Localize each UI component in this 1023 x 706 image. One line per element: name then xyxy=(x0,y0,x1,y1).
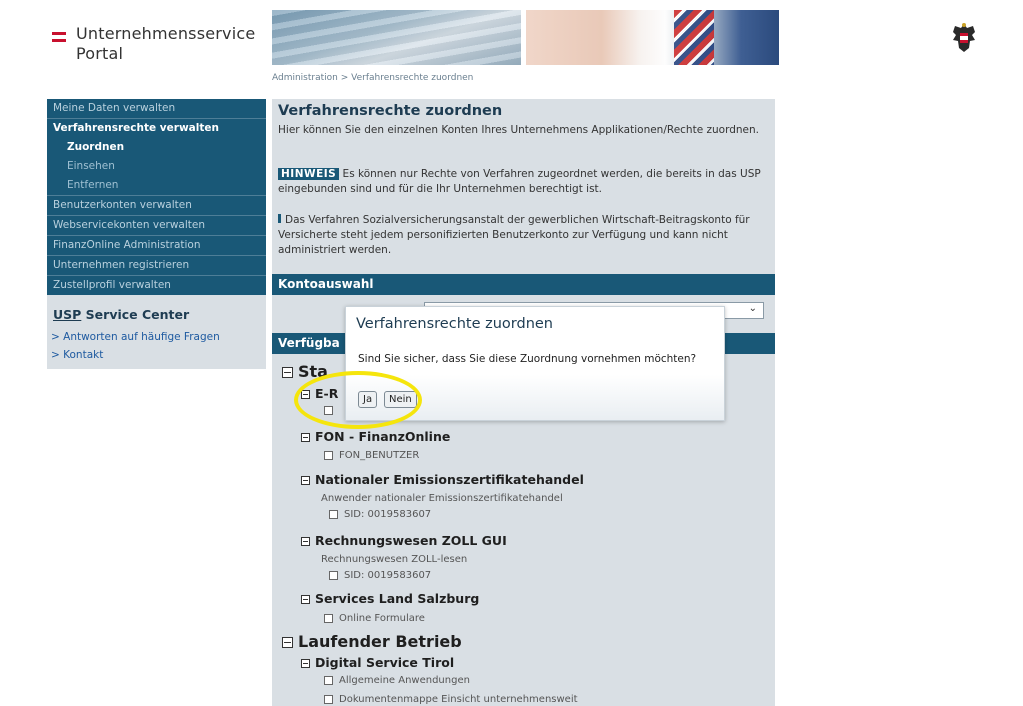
dialog-message: Sind Sie sicher, dass Sie diese Zuordnun… xyxy=(358,353,697,365)
header-photo-left xyxy=(272,10,521,65)
hinweis-badge: HINWEIS xyxy=(278,168,340,180)
sidebar-subitem-zuordnen[interactable]: Zuordnen xyxy=(47,138,266,157)
breadcrumb[interactable]: Administration > Verfahrensrechte zuordn… xyxy=(272,73,473,83)
header-photo-right xyxy=(526,10,779,65)
tree-proc-desc: Rechnungswesen ZOLL-lesen xyxy=(321,554,468,565)
tree-proc-label: Services Land Salzburg xyxy=(315,591,480,606)
collapse-icon[interactable] xyxy=(301,595,310,604)
intro-text: Hier können Sie den einzelnen Konten Ihr… xyxy=(278,124,759,136)
highlight-circle xyxy=(294,371,422,429)
collapse-icon[interactable] xyxy=(301,433,310,442)
checkbox-label: Online Formulare xyxy=(339,613,425,624)
flag-bar-icon xyxy=(52,39,66,42)
contact-link[interactable]: > Kontakt xyxy=(51,349,103,361)
checkbox-icon[interactable] xyxy=(324,450,333,460)
checkbox-icon[interactable] xyxy=(324,675,333,685)
checkbox-label: FON_BENUTZER xyxy=(339,450,420,461)
austrian-eagle-crest-icon xyxy=(953,23,975,52)
faq-link[interactable]: > Antworten auf häufige Fragen xyxy=(51,331,220,343)
logo-line1: Unternehmensservice xyxy=(76,24,256,43)
tree-checkbox-zoll-sid[interactable]: SID: 0019583607 xyxy=(329,570,431,581)
checkbox-icon[interactable] xyxy=(329,570,338,580)
kontoauswahl-header: Kontoauswahl xyxy=(272,274,775,295)
sidebar-item-benutzerkonten[interactable]: Benutzerkonten verwalten xyxy=(47,196,266,216)
service-center-title: USP Service Center xyxy=(53,307,189,322)
checkbox-label: SID: 0019583607 xyxy=(344,509,432,520)
sidebar-item-webservicekonten[interactable]: Webservicekonten verwalten xyxy=(47,216,266,236)
svagw-notice: Das Verfahren Sozialversicherungsanstalt… xyxy=(278,213,770,258)
service-center-abbr: USP xyxy=(53,307,82,322)
tree-proc-salzburg[interactable]: Services Land Salzburg xyxy=(301,591,479,606)
svagw-notice-text: Das Verfahren Sozialversicherungsanstalt… xyxy=(278,214,750,256)
checkbox-icon[interactable] xyxy=(324,613,333,623)
sidebar-nav: Meine Daten verwalten Verfahrensrechte v… xyxy=(47,99,266,295)
tree-checkbox-online-formulare[interactable]: Online Formulare xyxy=(324,613,425,624)
tree-proc-label: Nationaler Emissionszertifikatehandel xyxy=(315,472,584,487)
collapse-icon[interactable] xyxy=(301,476,310,485)
sidebar-item-finanzonline[interactable]: FinanzOnline Administration xyxy=(47,236,266,256)
notice-marker-icon xyxy=(278,214,281,223)
checkbox-icon[interactable] xyxy=(329,509,338,519)
checkbox-label: Dokumentenmappe Einsicht unternehmenswei… xyxy=(339,694,578,705)
collapse-icon[interactable] xyxy=(301,659,310,668)
logo-line2: Portal xyxy=(76,44,124,63)
sidebar-item-unternehmen[interactable]: Unternehmen registrieren xyxy=(47,256,266,276)
tree-checkbox-dokumentenmappe[interactable]: Dokumentenmappe Einsicht unternehmenswei… xyxy=(324,694,578,705)
tree-proc-label: FON - FinanzOnline xyxy=(315,429,451,444)
tree-proc-zoll[interactable]: Rechnungswesen ZOLL GUI xyxy=(301,533,507,548)
page-title: Verfahrensrechte zuordnen xyxy=(278,103,503,119)
hinweis-notice: HINWEIS Es können nur Rechte von Verfahr… xyxy=(278,167,770,197)
tree-proc-label: Rechnungswesen ZOLL GUI xyxy=(315,533,507,548)
service-center-title-rest: Service Center xyxy=(81,307,190,322)
sidebar-subitem-entfernen[interactable]: Entfernen xyxy=(47,176,266,196)
tree-proc-tirol[interactable]: Digital Service Tirol xyxy=(301,655,454,670)
chevron-down-icon: ⌄ xyxy=(748,303,757,314)
checkbox-label: SID: 0019583607 xyxy=(344,570,432,581)
tree-checkbox-emission-sid[interactable]: SID: 0019583607 xyxy=(329,509,431,520)
collapse-icon[interactable] xyxy=(282,367,293,378)
flag-bar-icon xyxy=(52,32,66,35)
dialog-title: Verfahrensrechte zuordnen xyxy=(356,316,553,332)
sidebar-subitem-einsehen[interactable]: Einsehen xyxy=(47,157,266,176)
tree-group-label: Laufender Betrieb xyxy=(298,632,462,651)
tree-checkbox-allgemeine[interactable]: Allgemeine Anwendungen xyxy=(324,675,470,686)
sidebar-item-zustellprofil[interactable]: Zustellprofil verwalten xyxy=(47,276,266,295)
tree-proc-label: Digital Service Tirol xyxy=(315,655,455,670)
sidebar-item-meine-daten[interactable]: Meine Daten verwalten xyxy=(47,99,266,119)
tree-proc-emission[interactable]: Nationaler Emissionszertifikatehandel xyxy=(301,472,584,487)
tree-checkbox-fon-benutzer[interactable]: FON_BENUTZER xyxy=(324,450,419,461)
checkbox-icon[interactable] xyxy=(324,694,333,704)
checkbox-label: Allgemeine Anwendungen xyxy=(339,675,470,686)
tree-proc-desc: Anwender nationaler Emissionszertifikate… xyxy=(321,493,563,504)
sidebar-item-verfahrensrechte[interactable]: Verfahrensrechte verwalten xyxy=(47,119,266,138)
logo-text: Unternehmensservice Portal xyxy=(76,24,255,64)
sidebar: Meine Daten verwalten Verfahrensrechte v… xyxy=(47,99,266,369)
tree-proc-fon[interactable]: FON - FinanzOnline xyxy=(301,429,450,444)
collapse-icon[interactable] xyxy=(301,537,310,546)
tree-group-laufender-betrieb[interactable]: Laufender Betrieb xyxy=(282,632,462,651)
hinweis-text: Es können nur Rechte von Verfahren zugeo… xyxy=(278,168,761,195)
collapse-icon[interactable] xyxy=(282,637,293,648)
